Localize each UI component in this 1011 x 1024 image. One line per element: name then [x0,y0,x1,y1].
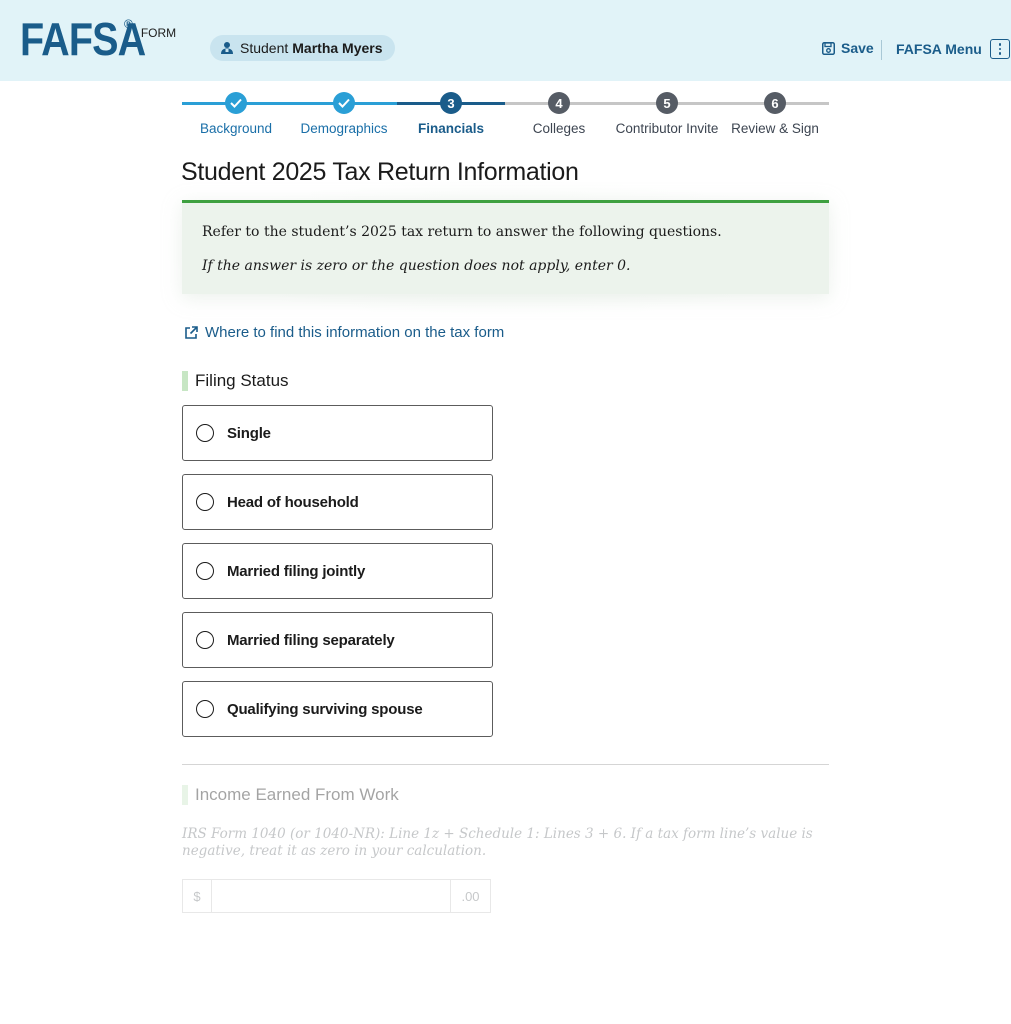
step-contributor-invite[interactable]: 5 Contributor Invite [613,92,721,136]
step-number: 5 [656,92,678,114]
step-label: Financials [417,121,485,136]
radio-button[interactable] [196,493,214,511]
step-background[interactable]: Background [182,92,290,136]
section-accent-bar [182,785,188,805]
step-colleges[interactable]: 4 Colleges [505,92,613,136]
step-label: Demographics [300,121,388,136]
info-alert: Refer to the student’s 2025 tax return t… [182,200,829,294]
radio-option-married-filing-jointly[interactable]: Married filing jointly [182,543,493,599]
section-title: Income Earned From Work [195,785,399,804]
radio-option-single[interactable]: Single [182,405,493,461]
save-button[interactable]: Save [822,40,874,56]
logo-text: FAFSA [20,13,146,65]
site-header: FAFSA ® FORM Student Martha Myers Save F… [0,0,1011,81]
radio-label: Qualifying surviving spouse [227,700,423,718]
step-label: Contributor Invite [615,121,719,136]
step-label: Background [199,121,273,136]
radio-button[interactable] [196,700,214,718]
radio-option-qualifying-surviving-spouse[interactable]: Qualifying surviving spouse [182,681,493,737]
kebab-menu-icon [989,39,1010,59]
student-name: Martha Myers [292,40,383,56]
radio-option-head-of-household[interactable]: Head of household [182,474,493,530]
fafsa-menu-button[interactable]: FAFSA Menu [896,39,1010,59]
step-number: 3 [440,92,462,114]
step-number: 6 [764,92,786,114]
radio-option-married-filing-separately[interactable]: Married filing separately [182,612,493,668]
radio-label: Head of household [227,493,359,511]
step-financials[interactable]: 3 Financials [397,92,505,136]
step-number: 4 [548,92,570,114]
alert-text: Refer to the student’s 2025 tax return t… [202,224,722,240]
step-demographics[interactable]: Demographics [290,92,398,136]
student-prefix: Student [240,40,289,56]
tax-link-label: Where to find this information on the ta… [205,324,505,341]
radio-button[interactable] [196,424,214,442]
save-label: Save [841,40,874,56]
cents-suffix: .00 [450,880,490,912]
radio-label: Married filing separately [227,631,395,649]
income-heading: Income Earned From Work [182,785,399,805]
header-divider [881,40,882,60]
currency-prefix: $ [183,880,212,912]
section-divider [182,764,829,765]
radio-label: Married filing jointly [227,562,366,580]
section-accent-bar [182,371,188,391]
income-amount-input[interactable] [212,880,450,912]
student-icon [220,41,234,55]
step-label: Review & Sign [731,121,819,136]
checkmark-icon [225,92,247,114]
radio-button[interactable] [196,562,214,580]
fafsa-logo[interactable]: FAFSA ® FORM [20,14,176,64]
radio-label: Single [227,424,271,442]
alert-note: If the answer is zero or the question do… [202,258,631,274]
checkmark-icon [333,92,355,114]
step-review-sign[interactable]: 6 Review & Sign [721,92,829,136]
radio-button[interactable] [196,631,214,649]
section-title: Filing Status [195,371,289,390]
tax-form-help-link[interactable]: Where to find this information on the ta… [184,324,504,341]
filing-status-heading: Filing Status [182,371,289,391]
progress-stepper: Background Demographics 3 Financials 4 C… [182,92,829,142]
step-label: Colleges [532,121,586,136]
external-link-icon [185,325,198,339]
logo-form-label: FORM [140,26,177,40]
menu-label: FAFSA Menu [896,41,982,57]
save-icon [822,41,835,55]
student-badge: Student Martha Myers [210,35,395,61]
income-hint: IRS Form 1040 (or 1040-NR): Line 1z + Sc… [182,826,813,859]
income-amount-field[interactable]: $ .00 [182,879,491,913]
